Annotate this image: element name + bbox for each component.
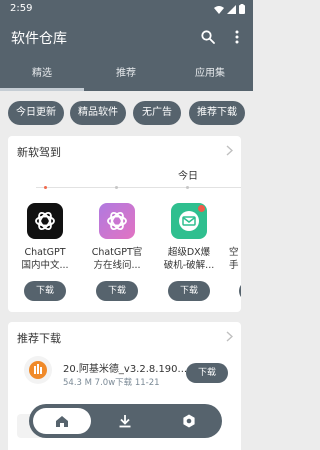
chip-recommended-downloads[interactable]: 推荐下载 (189, 101, 245, 125)
tab-recommended[interactable]: 推荐 (84, 57, 168, 91)
app-size: 54.3 M (63, 378, 92, 388)
dx-app-icon (171, 203, 207, 239)
app-name: 20.阿基米德_v3.2.8.190... (63, 364, 188, 375)
app-name-line: ChatGPT (24, 247, 66, 258)
tab-featured[interactable]: 精选 (0, 57, 84, 91)
openai-logo-icon (107, 211, 127, 231)
chip-premium-software[interactable]: 精品软件 (70, 101, 126, 125)
new-apps-card: 新软驾到 今日 ChatGPT 国内中文... 下载 ChatGPT官 方在线问… (8, 136, 241, 312)
status-time: 2:59 (10, 3, 33, 14)
page-title: 软件仓库 (11, 31, 67, 47)
app-item[interactable]: ChatGPT官 方在线问... (82, 203, 152, 272)
download-button[interactable]: 下载 (24, 281, 66, 301)
timeline-dot (44, 186, 47, 189)
timeline-line (36, 187, 241, 188)
app-date: 11-21 (134, 378, 160, 388)
chatgpt-official-app-icon (99, 203, 135, 239)
timeline-dot (115, 186, 118, 189)
app-name-line: 破机-破解... (163, 260, 215, 271)
nav-settings[interactable] (160, 408, 218, 434)
timeline-dot (186, 186, 189, 189)
settings-icon (183, 414, 195, 428)
home-icon (56, 415, 68, 427)
chip-today-updates[interactable]: 今日更新 (8, 101, 64, 125)
status-icons (214, 4, 245, 14)
app-bar: 软件仓库 (0, 19, 253, 57)
archimedes-app-icon (24, 356, 52, 384)
app-name: 空 手 (229, 246, 241, 272)
nav-downloads[interactable] (96, 408, 154, 434)
app-name: 超级DX爆 破机-破解... (154, 246, 224, 272)
app-name-line: 空 (229, 247, 239, 258)
app-name-line: 超级DX爆 (167, 247, 211, 258)
recommended-title[interactable]: 推荐下载 (17, 330, 61, 346)
tab-app-collections[interactable]: 应用集 (168, 57, 252, 91)
radio-logo-icon (29, 361, 47, 379)
status-bar: 2:59 (0, 0, 253, 19)
app-name-line: 方在线问... (93, 260, 141, 271)
chevron-right-icon[interactable] (226, 145, 233, 156)
signal-icon (227, 4, 236, 14)
tab-indicator (0, 88, 84, 91)
filter-chips: 今日更新 精品软件 无广告 推荐下载 (0, 101, 253, 125)
timeline-date: 今日 (178, 171, 198, 182)
bottom-nav (29, 404, 222, 438)
notification-badge (198, 205, 205, 212)
chip-no-ads[interactable]: 无广告 (133, 101, 181, 125)
app-item[interactable]: 超级DX爆 破机-破解... (154, 203, 224, 272)
search-button[interactable] (198, 27, 218, 47)
app-name: ChatGPT官 方在线问... (82, 246, 152, 272)
new-apps-title[interactable]: 新软驾到 (17, 144, 61, 160)
download-button[interactable]: 下载 (96, 281, 138, 301)
battery-icon (239, 4, 245, 14)
nav-home[interactable] (33, 408, 91, 434)
download-button[interactable]: 下载 (168, 281, 210, 301)
more-menu-button[interactable] (227, 27, 247, 47)
app-name-line: 手 (229, 260, 239, 271)
download-button[interactable] (239, 281, 241, 301)
chevron-right-icon[interactable] (226, 331, 233, 342)
download-icon (119, 415, 131, 428)
more-vert-icon (235, 30, 239, 44)
app-icon (233, 203, 241, 239)
chatgpt-app-icon (27, 203, 63, 239)
search-icon (201, 30, 215, 44)
wifi-icon (214, 5, 224, 14)
app-item[interactable]: ChatGPT 国内中文... (10, 203, 80, 272)
app-meta: 54.3 M 7.0w下载 11-21 (63, 376, 160, 388)
app-item[interactable]: 空 手 (229, 203, 241, 272)
download-button[interactable]: 下载 (186, 363, 228, 383)
mail-icon (179, 211, 199, 231)
app-name-line: 国内中文... (21, 260, 69, 271)
tab-bar: 精选 推荐 应用集 (0, 57, 253, 91)
openai-logo-icon (35, 211, 55, 231)
app-name: ChatGPT 国内中文... (10, 246, 80, 272)
app-downloads: 7.0w下载 (94, 378, 133, 388)
list-item[interactable]: 20.阿基米德_v3.2.8.190... 54.3 M 7.0w下载 11-2… (17, 356, 232, 390)
app-name-line: ChatGPT官 (91, 247, 143, 258)
